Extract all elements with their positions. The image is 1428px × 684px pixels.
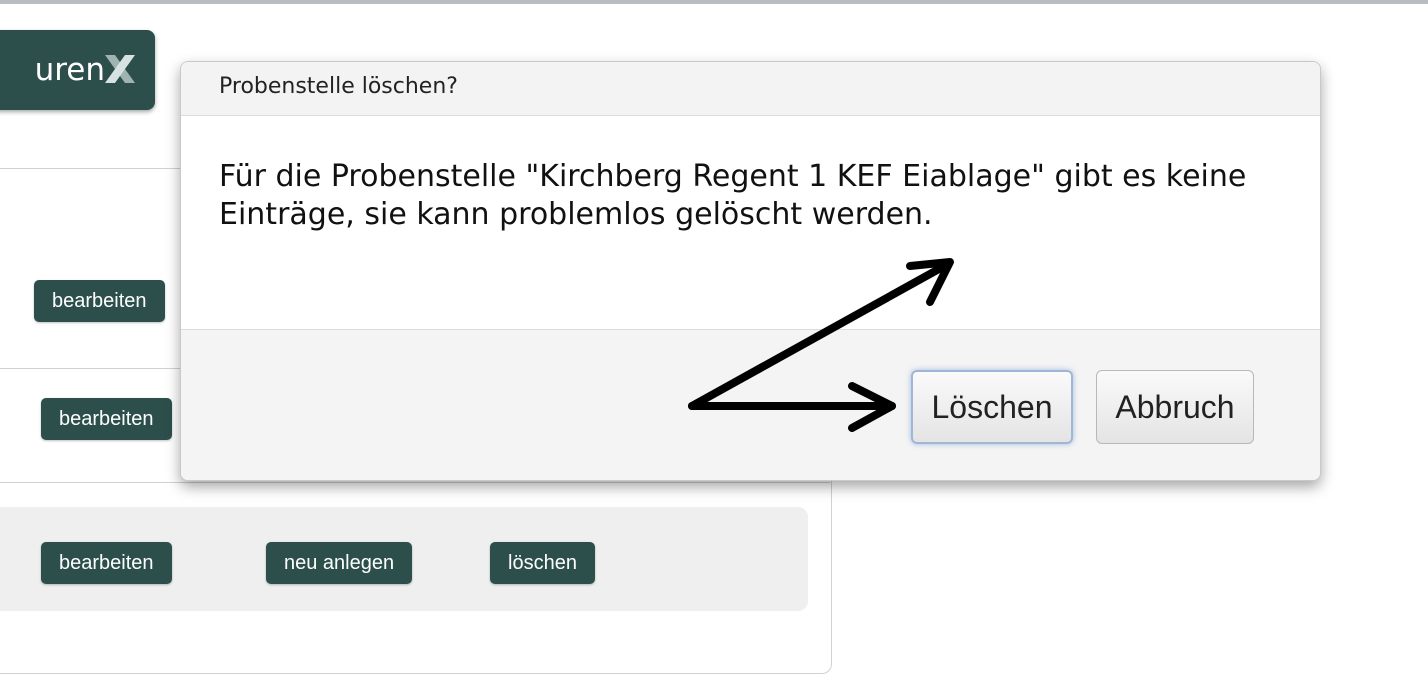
- cancel-button[interactable]: Abbruch: [1096, 370, 1254, 444]
- edit-button[interactable]: bearbeiten: [41, 542, 172, 584]
- dialog-header: Probenstelle löschen?: [181, 62, 1320, 116]
- dialog-message: Für die Probenstelle "Kirchberg Regent 1…: [219, 159, 1247, 232]
- edit-button[interactable]: bearbeiten: [41, 398, 172, 440]
- logo-text: uren: [34, 52, 105, 88]
- dialog-footer: Löschen Abbruch: [181, 329, 1320, 480]
- delete-button[interactable]: löschen: [490, 542, 595, 584]
- dialog-title: Probenstelle löschen?: [219, 74, 458, 99]
- page: uren bearbeiten bearbeiten bearbeiten ne…: [0, 0, 1428, 684]
- top-rule: [0, 0, 1428, 4]
- x-logo-icon: [105, 55, 135, 83]
- confirm-delete-button[interactable]: Löschen: [911, 370, 1073, 444]
- create-new-button[interactable]: neu anlegen: [266, 542, 413, 584]
- delete-confirm-dialog: Probenstelle löschen? Für die Probenstel…: [180, 61, 1321, 481]
- row-divider: [0, 482, 830, 483]
- app-logo[interactable]: uren: [0, 30, 155, 110]
- edit-button[interactable]: bearbeiten: [34, 280, 165, 322]
